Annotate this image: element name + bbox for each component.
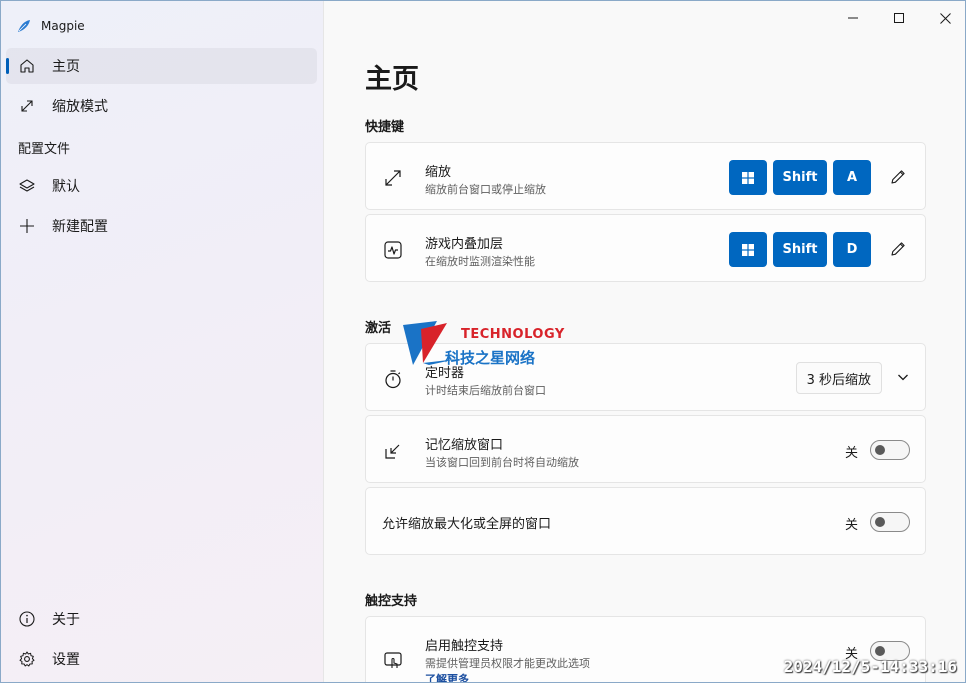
toggle-state-label: 关: [844, 518, 858, 533]
app-title: Magpie: [41, 19, 85, 33]
hotkey-key: D: [833, 232, 871, 267]
card-title: 记忆缩放窗口: [425, 438, 504, 453]
chevron-down-icon[interactable]: [897, 371, 909, 383]
hotkeys-section-title: 快捷键: [365, 120, 405, 135]
profiles-section-label: 配置文件: [18, 142, 71, 157]
learn-more-link[interactable]: 了解更多: [425, 671, 469, 682]
watermark-logo: TECHNOLOGY 科技之星网络: [399, 317, 569, 371]
sidebar-item-settings[interactable]: 设置: [6, 641, 317, 677]
sidebar-item-label: 关于: [52, 612, 80, 628]
sidebar-item-label: 缩放模式: [52, 99, 108, 115]
windows-logo-icon: [742, 171, 754, 184]
windows-logo-icon: [742, 243, 754, 256]
maximize-icon: [894, 13, 904, 23]
sidebar-item-label: 主页: [52, 59, 80, 75]
maximize-button[interactable]: [876, 5, 922, 31]
layers-icon: [18, 177, 36, 195]
magpie-logo-icon: [18, 20, 30, 32]
close-button[interactable]: [922, 5, 965, 31]
card-title: 允许缩放最大化或全屏的窗口: [382, 517, 552, 532]
timer-icon: [382, 368, 404, 390]
hotkey-card-scale: 缩放 缩放前台窗口或停止缩放 Shift A: [365, 142, 926, 210]
timestamp-overlay: 2024/12/5-14:33:16: [783, 657, 957, 676]
sidebar-item-new-profile[interactable]: 新建配置: [6, 208, 317, 244]
windows-key: [729, 232, 767, 267]
watermark-text-en: TECHNOLOGY: [461, 327, 565, 342]
card-title: 缩放: [425, 165, 452, 180]
activation-section-title: 激活: [365, 321, 392, 336]
sidebar-item-label: 新建配置: [52, 219, 108, 235]
timer-delay-button[interactable]: 3 秒后缩放: [795, 362, 882, 394]
remember-window-card: 记忆缩放窗口 当该窗口回到前台时将自动缩放 关: [365, 415, 926, 483]
hotkey-card-overlay: 游戏内叠加层 在缩放时监测渲染性能 Shift D: [365, 214, 926, 282]
allow-maximized-card: 允许缩放最大化或全屏的窗口 关: [365, 487, 926, 555]
watermark-text-cn: 科技之星网络: [445, 349, 536, 367]
hotkey-key: Shift: [773, 232, 827, 267]
touch-section-title: 触控支持: [365, 594, 418, 609]
info-icon: [18, 610, 36, 628]
sidebar-item-home[interactable]: 主页: [6, 48, 317, 84]
card-subtitle: 需提供管理员权限才能更改此选项: [425, 657, 590, 670]
sidebar-item-label: 设置: [52, 652, 80, 668]
hotkey-key: A: [833, 160, 871, 195]
app-window: Magpie 主页 缩放模式 配置文件 默认 新建配置 关于 设置 主页 快捷键…: [0, 0, 966, 683]
hotkey-key: Shift: [773, 160, 827, 195]
sidebar-item-scale-mode[interactable]: 缩放模式: [6, 88, 317, 124]
edit-pencil-icon[interactable]: [889, 168, 907, 186]
page-title: 主页: [365, 64, 419, 95]
minimize-icon: [848, 17, 858, 19]
arrow-in-window-icon: [382, 440, 404, 462]
sidebar: Magpie 主页 缩放模式 配置文件 默认 新建配置 关于 设置: [1, 1, 323, 682]
card-subtitle: 计时结束后缩放前台窗口: [425, 384, 546, 397]
app-title-bar: Magpie: [17, 15, 85, 37]
card-title: 启用触控支持: [425, 639, 504, 654]
plus-icon: [18, 217, 36, 235]
sidebar-item-about[interactable]: 关于: [6, 601, 317, 637]
card-title: 游戏内叠加层: [425, 237, 504, 252]
windows-key: [729, 160, 767, 195]
gear-icon: [18, 650, 36, 668]
home-icon: [18, 57, 36, 75]
scale-icon: [382, 167, 404, 189]
card-subtitle: 当该窗口回到前台时将自动缩放: [425, 456, 579, 469]
remember-window-toggle[interactable]: [870, 440, 910, 460]
scale-icon: [18, 97, 36, 115]
close-icon: [939, 12, 951, 24]
touch-icon: [382, 649, 404, 671]
hotkey-keys: Shift D: [729, 232, 871, 267]
hotkey-keys: Shift A: [729, 160, 871, 195]
card-subtitle: 缩放前台窗口或停止缩放: [425, 183, 546, 196]
allow-maximized-toggle[interactable]: [870, 512, 910, 532]
sidebar-item-label: 默认: [52, 179, 80, 195]
performance-monitor-icon: [382, 239, 404, 261]
card-subtitle: 在缩放时监测渲染性能: [425, 255, 535, 268]
toggle-state-label: 关: [844, 446, 858, 461]
edit-pencil-icon[interactable]: [889, 240, 907, 258]
minimize-button[interactable]: [830, 5, 876, 31]
sidebar-item-default-profile[interactable]: 默认: [6, 168, 317, 204]
